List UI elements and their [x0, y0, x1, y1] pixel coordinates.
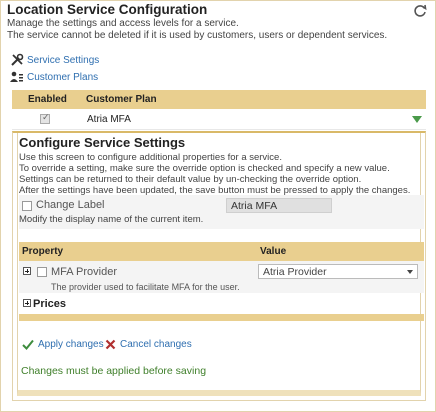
status-message: Changes must be applied before saving: [21, 365, 207, 377]
cancel-changes-label: Cancel changes: [120, 339, 192, 350]
mfa-provider-selected-value: Atria Provider: [263, 266, 327, 278]
apply-changes-label: Apply changes: [38, 339, 104, 350]
refresh-icon[interactable]: [412, 3, 428, 19]
instruction-line: Use this screen to configure additional …: [19, 152, 282, 163]
table-row[interactable]: Atria MFA: [12, 109, 426, 130]
chevron-down-icon: [407, 270, 413, 274]
enabled-checkbox[interactable]: [40, 112, 50, 124]
mfa-provider-select[interactable]: Atria Provider: [258, 264, 418, 279]
change-label-description: Modify the display name of the current i…: [19, 214, 204, 225]
mfa-provider-description: The provider used to facilitate MFA for …: [51, 282, 240, 292]
cancel-changes-button[interactable]: Cancel changes: [105, 339, 192, 350]
service-settings-label: Service Settings: [27, 54, 100, 66]
instruction-line: To override a setting, make sure the ove…: [19, 163, 390, 174]
page-description-line2: The service cannot be deleted if it is u…: [7, 30, 388, 41]
customer-plan-column-header: Customer Plan: [86, 94, 157, 105]
page-description-line1: Manage the settings and access levels fo…: [7, 18, 239, 29]
property-table-header: Property Value: [19, 242, 424, 261]
apply-changes-button[interactable]: Apply changes: [22, 339, 104, 350]
user-list-icon: [10, 71, 23, 82]
customer-plans-label: Customer Plans: [27, 72, 99, 83]
cross-icon: [105, 339, 116, 350]
expand-plus-icon[interactable]: [23, 299, 31, 307]
value-column-header: Value: [260, 246, 287, 257]
instruction-line: Settings can be returned to their defaul…: [19, 174, 362, 185]
property-table-footer: [19, 314, 424, 321]
collapse-triangle-icon[interactable]: [412, 116, 422, 123]
mfa-provider-label: MFA Provider: [51, 266, 118, 278]
enabled-column-header: Enabled: [28, 94, 67, 105]
customer-plan-table-header: Enabled Customer Plan: [12, 90, 426, 109]
wrench-screwdriver-icon: [11, 53, 24, 66]
change-label-label: Change Label: [36, 199, 105, 211]
property-column-header: Property: [22, 246, 64, 257]
customer-plan-name: Atria MFA: [87, 114, 131, 125]
configure-settings-title: Configure Service Settings: [19, 135, 186, 150]
prices-group-label[interactable]: Prices: [33, 298, 66, 310]
checkmark-icon: [22, 339, 34, 350]
page-title: Location Service Configuration: [7, 2, 208, 17]
service-settings-link[interactable]: Service Settings: [10, 53, 99, 67]
expand-plus-icon[interactable]: [23, 267, 31, 275]
change-label-checkbox[interactable]: [22, 201, 32, 211]
mfa-provider-override-checkbox[interactable]: [37, 267, 47, 277]
customer-plans-link[interactable]: Customer Plans: [10, 71, 98, 84]
change-label-input[interactable]: Atria MFA: [226, 198, 332, 213]
